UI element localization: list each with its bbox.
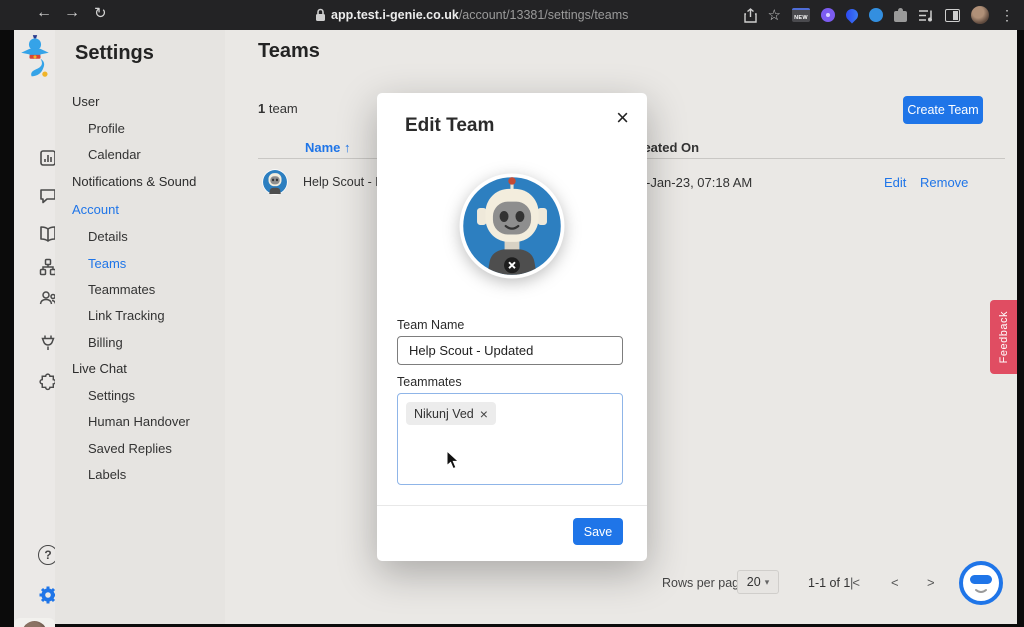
extension-flame-icon[interactable] [843, 6, 861, 24]
column-header-name[interactable]: Name ↑ [305, 140, 351, 155]
edit-link[interactable]: Edit [884, 175, 906, 190]
sidebar-item-teams[interactable]: Teams [88, 256, 126, 271]
create-team-button[interactable]: Create Team [903, 96, 983, 124]
rows-per-page-value: 20 [746, 575, 761, 589]
team-count-number: 1 [258, 101, 266, 116]
sidebar-item-billing[interactable]: Billing [88, 335, 123, 350]
sort-ascending-icon: ↑ [344, 140, 351, 155]
sidebar-item-link-tracking[interactable]: Link Tracking [88, 308, 165, 323]
browser-menu-icon[interactable]: ⋮ [1000, 8, 1014, 22]
chat-widget-button[interactable] [957, 559, 1005, 607]
pagination-range: 1-1 of 1 [808, 576, 851, 590]
teammate-chip: Nikunj Ved × [406, 402, 496, 425]
rows-per-page-select[interactable]: 20 ▾ [737, 570, 779, 594]
chip-remove-icon[interactable]: × [480, 407, 488, 421]
team-count: 1 team [258, 101, 298, 116]
url-bar[interactable]: app.test.i-genie.co.uk/account/13381/set… [331, 8, 628, 22]
extension-flower-icon[interactable] [821, 8, 835, 22]
reading-list-icon[interactable] [918, 9, 934, 22]
extension-cloud-icon[interactable] [869, 8, 883, 22]
sidebar-item-saved-replies[interactable]: Saved Replies [88, 441, 172, 456]
forward-icon[interactable]: → [64, 4, 80, 22]
team-avatar-image[interactable] [459, 173, 565, 279]
user-avatar-tile [14, 618, 55, 627]
lock-icon [315, 8, 326, 27]
user-avatar[interactable] [22, 621, 47, 627]
screen: ← → ↻ app.test.i-genie.co.uk/account/133… [0, 0, 1024, 627]
next-page-button[interactable]: > [927, 575, 935, 590]
modal-title: Edit Team [405, 115, 495, 136]
sidebar-item-human-handover[interactable]: Human Handover [88, 414, 190, 429]
url-domain: app.test.i-genie.co.uk [331, 8, 459, 22]
feedback-label: Feedback [997, 310, 1010, 364]
feedback-tab[interactable]: Feedback [990, 300, 1017, 374]
sidebar-item-account[interactable]: Account [72, 202, 119, 217]
edit-team-modal: Edit Team × Team Name Teammates [377, 93, 647, 561]
genie-logo[interactable] [17, 34, 53, 78]
sidebar-item-livechat-settings[interactable]: Settings [88, 388, 135, 403]
icon-rail: ? [14, 30, 58, 627]
browser-chrome: ← → ↻ app.test.i-genie.co.uk/account/133… [0, 0, 1024, 30]
side-panel-icon[interactable] [945, 8, 960, 22]
browser-toolbar: ☆ NEW ⋮ [743, 0, 1014, 30]
sidebar-item-live-chat[interactable]: Live Chat [72, 361, 127, 376]
settings-sidebar: Settings User Profile Calendar Notificat… [55, 30, 225, 624]
sidebar-item-teammates[interactable]: Teammates [88, 282, 155, 297]
teammates-label: Teammates [397, 375, 462, 389]
bookmark-star-icon[interactable]: ☆ [768, 8, 781, 23]
share-icon[interactable] [743, 7, 757, 23]
extension-new-icon[interactable]: NEW [792, 8, 810, 22]
sidebar-item-calendar[interactable]: Calendar [88, 147, 141, 162]
sidebar-item-details[interactable]: Details [88, 229, 128, 244]
team-row-avatar [262, 169, 288, 195]
close-icon[interactable]: × [616, 107, 629, 129]
browser-profile-avatar[interactable] [971, 6, 989, 24]
page-title: Teams [258, 40, 320, 62]
sidebar-item-profile[interactable]: Profile [88, 121, 125, 136]
team-row-created: -Jan-23, 07:18 AM [646, 175, 753, 190]
url-path: /account/13381/settings/teams [458, 8, 629, 22]
remove-link[interactable]: Remove [920, 175, 968, 190]
sidebar-item-notifications[interactable]: Notifications & Sound [72, 174, 196, 189]
teammate-chip-label: Nikunj Ved [414, 406, 474, 421]
team-name-label: Team Name [397, 318, 465, 332]
extensions-puzzle-icon[interactable] [894, 8, 907, 22]
save-button[interactable]: Save [573, 518, 623, 545]
sidebar-title: Settings [75, 42, 154, 64]
sidebar-item-user[interactable]: User [72, 94, 99, 109]
teammates-multiselect[interactable]: Nikunj Ved × [397, 393, 623, 485]
team-name-input[interactable] [397, 336, 623, 365]
back-icon[interactable]: ← [36, 4, 52, 22]
team-row-name[interactable]: Help Scout - D [303, 175, 384, 189]
chevron-down-icon: ▾ [764, 576, 770, 587]
reload-icon[interactable]: ↻ [94, 4, 107, 22]
team-count-label: team [268, 101, 298, 116]
column-name-label: Name [305, 140, 341, 155]
modal-footer-divider [377, 505, 647, 506]
sidebar-item-labels[interactable]: Labels [88, 467, 126, 482]
previous-page-button[interactable]: < [891, 575, 899, 590]
remove-avatar-icon [504, 257, 520, 274]
first-page-button[interactable]: |< [850, 575, 860, 590]
